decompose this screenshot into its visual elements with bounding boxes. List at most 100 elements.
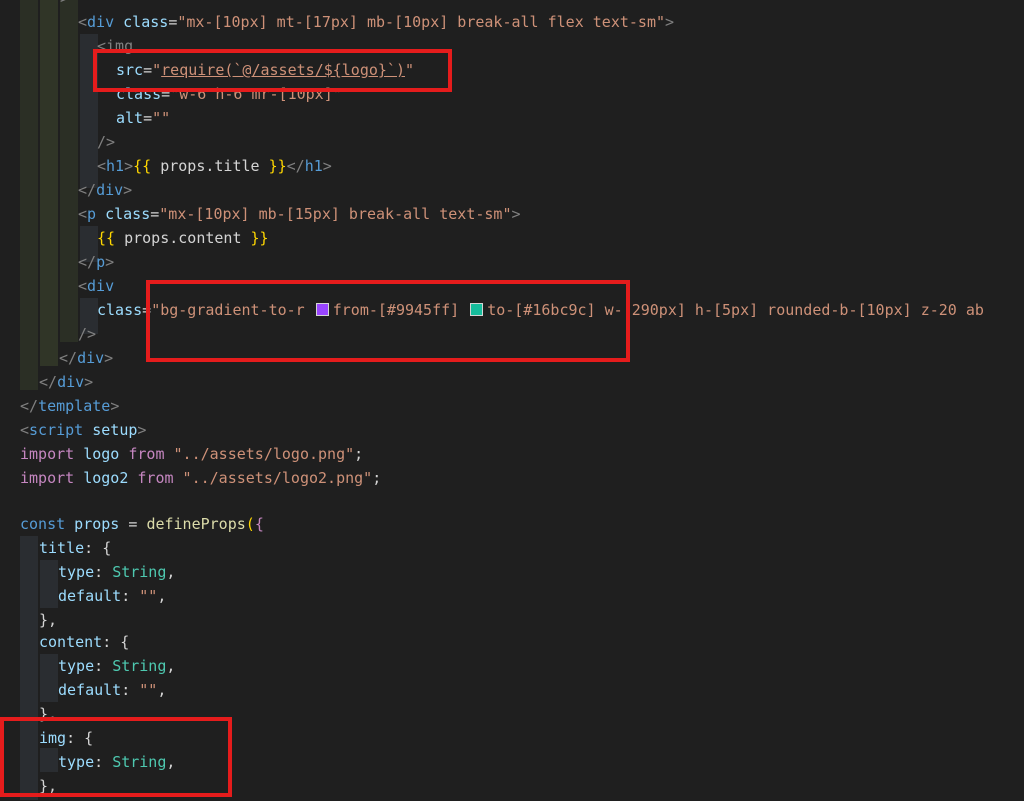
code-token: p: [96, 253, 106, 271]
code-token: :: [94, 753, 113, 771]
code-token: class: [96, 205, 151, 223]
code-line: </div>: [78, 178, 132, 202]
code-token: "w-6 h-6 mr-[10px]": [170, 85, 342, 103]
code-token: >: [105, 253, 115, 271]
code-line: <div: [78, 274, 114, 298]
code-token: logo2: [74, 469, 138, 487]
code-token: {: [120, 633, 130, 651]
code-token: title: [39, 539, 85, 557]
code-token: =: [143, 109, 153, 127]
code-line: },: [39, 774, 57, 798]
code-token: </: [286, 157, 305, 175]
code-line: content: {: [39, 630, 129, 654]
code-token: to-[#16bc9c]: [487, 301, 596, 319]
code-token: "../assets/logo2.png": [173, 469, 373, 487]
code-token: "": [139, 587, 158, 605]
code-token: ,: [157, 681, 167, 699]
color-swatch-icon[interactable]: [470, 303, 484, 316]
code-token: <img: [97, 37, 134, 55]
code-token: <: [97, 157, 107, 175]
code-line: alt="": [116, 106, 170, 130]
code-token: :: [94, 563, 113, 581]
code-token: {{: [97, 229, 116, 247]
code-token: "": [152, 109, 171, 127]
code-token: img: [39, 729, 67, 747]
code-line: </div>: [39, 370, 93, 394]
code-token: </: [59, 349, 78, 367]
code-token: h1: [106, 157, 125, 175]
code-token: content: [39, 633, 103, 651]
code-token: logo: [74, 445, 129, 463]
code-token: alt: [116, 109, 144, 127]
code-token: props.title: [151, 157, 269, 175]
code-token: const: [20, 515, 66, 533]
code-line: import logo2 from "../assets/logo2.png";: [20, 466, 381, 490]
code-token: >: [110, 397, 120, 415]
code-token: String: [112, 563, 167, 581]
code-token: />: [78, 325, 97, 343]
code-line: type: String,: [58, 750, 175, 774]
code-token: type: [58, 657, 95, 675]
code-token: <: [78, 13, 88, 31]
code-line: },: [39, 702, 57, 726]
code-token: ,: [166, 753, 176, 771]
code-token: :: [121, 681, 140, 699]
code-token: }: [39, 705, 49, 723]
code-token: ,: [48, 705, 58, 723]
code-token: >: [84, 373, 94, 391]
code-token: </: [78, 181, 97, 199]
code-token: ;: [354, 445, 364, 463]
code-token: div: [87, 13, 115, 31]
code-token: div: [96, 181, 124, 199]
code-token: import: [20, 445, 75, 463]
code-line: title: {: [39, 536, 111, 560]
code-token: =: [128, 515, 147, 533]
code-token: }}: [250, 229, 269, 247]
code-token: defineProps: [146, 515, 246, 533]
code-token: ,: [48, 777, 58, 795]
require-path-link[interactable]: require(`@/assets/${logo}`): [161, 61, 405, 79]
code-editor[interactable]: > <div class="mx-[10px] mt-[17px] mb-[10…: [0, 0, 1024, 801]
code-token: class: [114, 13, 169, 31]
code-token: script: [29, 421, 84, 439]
code-token: =: [168, 13, 178, 31]
code-token: props.content: [115, 229, 251, 247]
color-swatch-icon[interactable]: [315, 303, 329, 316]
code-token: "bg-gradient-to-r: [151, 301, 314, 319]
code-token: w-[290px] h-[5px] rounded-b-[10px] z-20 …: [595, 301, 984, 319]
code-token: (: [245, 515, 255, 533]
code-token: {: [84, 729, 94, 747]
code-line: img: {: [39, 726, 93, 750]
code-token: ,: [48, 611, 58, 629]
code-line: class="bg-gradient-to-r from-[#9945ff] t…: [97, 298, 984, 322]
code-token: =: [150, 205, 160, 223]
code-line: class="w-6 h-6 mr-[10px]": [116, 82, 342, 106]
code-token: "mx-[10px] mt-[17px] mb-[10px] break-all…: [177, 13, 666, 31]
code-token: >: [123, 181, 133, 199]
code-token: type: [58, 753, 95, 771]
code-token: ,: [166, 657, 176, 675]
code-token: =: [143, 61, 153, 79]
code-token: String: [112, 753, 167, 771]
code-token: props: [65, 515, 129, 533]
code-token: "": [139, 681, 158, 699]
code-token: setup: [83, 421, 138, 439]
code-token: class: [97, 301, 143, 319]
code-token: :: [66, 729, 85, 747]
code-line: src="require(`@/assets/${logo}`)": [116, 58, 414, 82]
code-token: template: [38, 397, 111, 415]
code-token: :: [94, 657, 113, 675]
code-token: "../assets/logo.png": [164, 445, 355, 463]
code-token: div: [57, 373, 85, 391]
code-token: div: [77, 349, 105, 367]
code-line: </div>: [59, 346, 113, 370]
code-line: />: [78, 322, 96, 346]
code-token: default: [58, 681, 122, 699]
code-line: {{ props.content }}: [97, 226, 269, 250]
code-token: from: [128, 445, 165, 463]
code-token: <: [20, 421, 30, 439]
code-token: >: [511, 205, 521, 223]
code-token: {: [102, 539, 112, 557]
code-line: },: [39, 608, 57, 632]
code-token: {{: [133, 157, 152, 175]
